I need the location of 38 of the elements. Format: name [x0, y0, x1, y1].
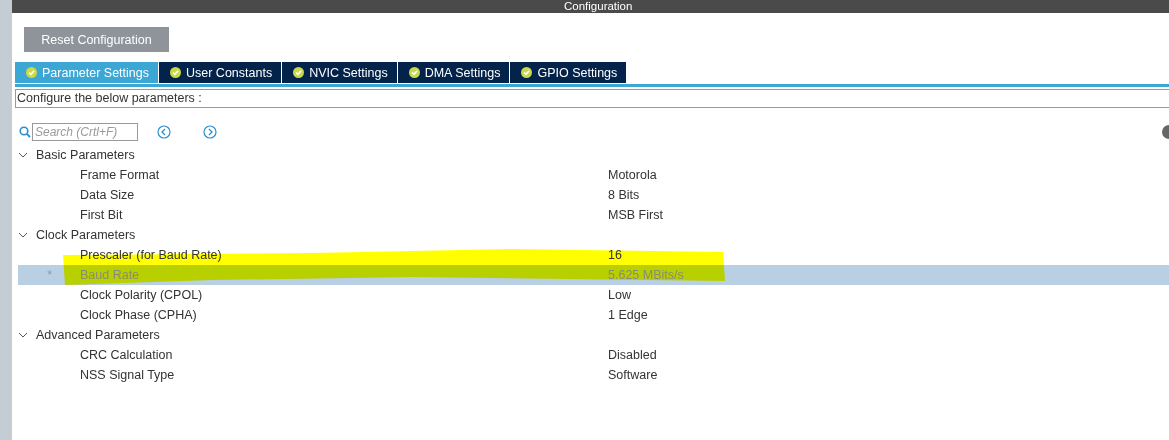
parameter-value: MSB First: [608, 208, 663, 222]
parameter-value: Low: [608, 288, 631, 302]
parameter-name: Data Size: [80, 188, 136, 202]
parameter-value: 16: [608, 248, 622, 262]
parameter-name: Clock Phase (CPHA): [80, 308, 198, 322]
tab[interactable]: NVIC Settings: [282, 62, 397, 83]
parameter-name: First Bit: [80, 208, 124, 222]
tab[interactable]: GPIO Settings: [510, 62, 627, 83]
tree-group[interactable]: Basic Parameters: [15, 145, 1169, 165]
group-label: Clock Parameters: [36, 228, 136, 242]
parameter-value: 5.625 MBits/s: [608, 268, 684, 282]
parameter-value: Disabled: [608, 348, 657, 362]
tree-group[interactable]: Advanced Parameters: [15, 325, 1169, 345]
parameter-row[interactable]: Frame Format Motorola: [18, 165, 1169, 185]
parameter-value: Motorola: [608, 168, 657, 182]
group-label: Advanced Parameters: [36, 328, 160, 342]
parameter-name: CRC Calculation: [80, 348, 174, 362]
search-field[interactable]: Search (Crtl+F): [32, 123, 138, 141]
tab[interactable]: User Constants: [159, 62, 282, 83]
parameter-row[interactable]: Clock Polarity (CPOL) Low: [18, 285, 1169, 305]
parameter-row[interactable]: CRC Calculation Disabled: [18, 345, 1169, 365]
parameter-row[interactable]: Data Size 8 Bits: [18, 185, 1169, 205]
parameter-value: 1 Edge: [608, 308, 648, 322]
parameter-row[interactable]: NSS Signal Type Software: [18, 365, 1169, 385]
parameter-value: 8 Bits: [608, 188, 640, 202]
parameter-name: Baud Rate: [80, 268, 141, 282]
description-field: Configure the below parameters :: [15, 89, 1169, 108]
window-title: Configuration: [564, 0, 633, 13]
tab[interactable]: DMA Settings: [397, 62, 510, 83]
tree-group[interactable]: Clock Parameters: [15, 225, 1169, 245]
group-label: Basic Parameters: [36, 148, 135, 162]
parameter-name: Frame Format: [80, 168, 161, 182]
parameter-row[interactable]: First Bit MSB First: [18, 205, 1169, 225]
parameter-value: Software: [608, 368, 658, 382]
parameter-name: NSS Signal Type: [80, 368, 176, 382]
parameter-row[interactable]: Clock Phase (CPHA) 1 Edge: [18, 305, 1169, 325]
parameter-name: Clock Polarity (CPOL): [80, 288, 204, 302]
modified-marker: *: [47, 268, 52, 282]
